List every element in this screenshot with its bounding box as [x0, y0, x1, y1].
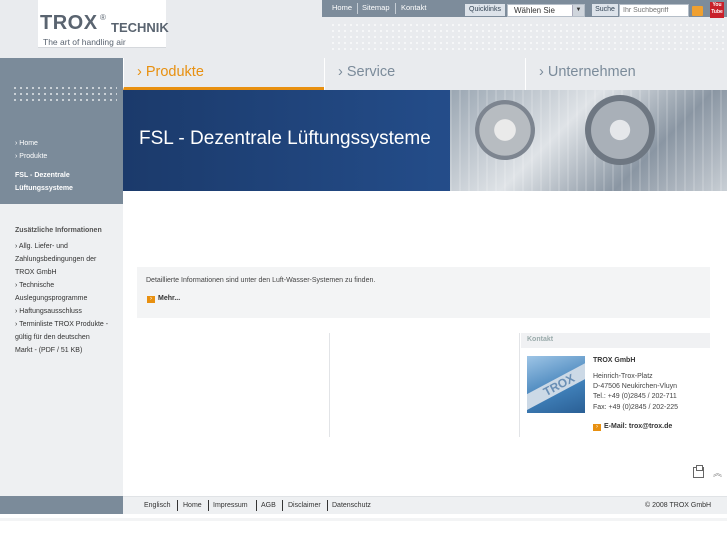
footer-separator [327, 500, 328, 511]
logo-brand-suffix: TECHNIK [111, 20, 169, 35]
content-text: Detaillierte Informationen sind unter de… [146, 277, 376, 284]
sidebar-link-auslegungsprogramme[interactable]: › Technische Auslegungsprogramme [15, 279, 87, 305]
footer-left-block [0, 496, 123, 514]
sidebar-title: Zusätzliche Informationen [15, 227, 102, 234]
footer-link-disclaimer[interactable]: Disclaimer [288, 502, 321, 509]
kontakt-building-image: TROX [527, 356, 585, 413]
breadcrumb-home[interactable]: › Home [15, 140, 38, 147]
footer-separator [256, 500, 257, 511]
banner-fan-image [585, 95, 655, 165]
footer-link-impressum[interactable]: Impressum [213, 502, 248, 509]
footer-separator [282, 500, 283, 511]
scroll-top-icon[interactable]: ︽ [713, 466, 722, 479]
footer-link-datenschutz[interactable]: Datenschutz [332, 502, 371, 509]
page-title: FSL - Dezentrale Lüftungssysteme [139, 128, 431, 149]
column-divider [329, 333, 330, 437]
sidebar-link-haftungsausschluss[interactable]: › Haftungsausschluss [15, 305, 82, 318]
breadcrumb-current-line2[interactable]: Lüftungssysteme [15, 185, 73, 192]
youtube-icon[interactable]: You Tube [710, 2, 724, 18]
kontakt-email-link[interactable]: E-Mail: trox@trox.de [604, 423, 672, 430]
tab-label: › Produkte [137, 64, 204, 80]
trox-logo[interactable]: TROX ® TECHNIK The art of handling air [38, 0, 169, 48]
sidebar-link-line: Markt - (PDF / 51 KB) [15, 347, 83, 354]
sidebar-link-line: Auslegungsprogramme [15, 295, 88, 302]
breadcrumb-produkte[interactable]: › Produkte [15, 153, 47, 160]
tab-label: › Service [338, 64, 396, 80]
kontakt-phone: Tel.: +49 (0)2845 / 202-711 [593, 393, 677, 400]
search-submit-icon[interactable] [692, 6, 703, 16]
top-link-separator [357, 3, 358, 14]
logo-registered: ® [100, 13, 106, 22]
footer-link-agb[interactable]: AGB [261, 502, 276, 509]
top-link-separator [395, 3, 396, 14]
search-input[interactable] [619, 4, 689, 17]
kontakt-title: Kontakt [527, 336, 554, 343]
search-label: Suche [592, 4, 618, 16]
footer-link-englisch[interactable]: Englisch [144, 502, 170, 509]
kontakt-address-city: D-47506 Neukirchen-Vluyn [593, 383, 678, 390]
top-link-kontakt[interactable]: Kontakt [401, 3, 426, 12]
sidebar-link-terminliste[interactable]: › Terminliste TROX Produkte - gültig für… [15, 318, 108, 357]
sidebar-link-line: › Allg. Liefer- und [15, 243, 68, 250]
sidebar-link-lieferbedingungen[interactable]: › Allg. Liefer- und Zahlungsbedingungen … [15, 240, 96, 279]
sidebar-link-line: › Terminliste TROX Produkte - [15, 321, 109, 328]
top-link-home[interactable]: Home [332, 3, 352, 12]
breadcrumb-panel [0, 58, 123, 204]
arrow-right-icon: › [147, 296, 155, 303]
quicklinks-label: Quicklinks [465, 4, 505, 16]
tab-service[interactable]: › Service [324, 58, 525, 90]
kontakt-address-street: Heinrich-Trox-Platz [593, 373, 653, 380]
footer-link-home[interactable]: Home [183, 502, 202, 509]
kontakt-company: TROX GmbH [593, 357, 636, 364]
bottom-divider [0, 518, 727, 521]
sidebar-link-line: › Technische [15, 282, 55, 289]
sidebar-link-line: › Haftungsausschluss [15, 308, 82, 315]
sidebar-dot-pattern [12, 85, 117, 105]
tab-unternehmen[interactable]: › Unternehmen [525, 58, 726, 90]
banner-fan-image [475, 100, 535, 160]
logo-brand: TROX [40, 12, 98, 34]
kontakt-image-text: TROX [527, 360, 585, 410]
more-link[interactable]: Mehr... [158, 295, 180, 302]
footer-copyright: © 2008 TROX GmbH [645, 502, 712, 509]
tab-produkte[interactable]: › Produkte [123, 58, 324, 90]
footer-separator [177, 500, 178, 511]
column-divider [519, 333, 520, 437]
arrow-right-icon: › [593, 424, 601, 431]
sidebar-link-line: TROX GmbH [15, 269, 57, 276]
logo-tagline: The art of handling air [43, 37, 126, 47]
breadcrumb-current-line1[interactable]: FSL - Dezentrale [15, 172, 70, 179]
footer-separator [208, 500, 209, 511]
print-icon[interactable] [693, 465, 704, 478]
content-box [137, 267, 710, 318]
sidebar-link-line: gültig für den deutschen [15, 334, 90, 341]
header-dot-pattern [330, 22, 725, 54]
chevron-down-icon[interactable]: ▼ [572, 5, 584, 16]
kontakt-fax: Fax: +49 (0)2845 / 202-225 [593, 404, 679, 411]
top-link-sitemap[interactable]: Sitemap [362, 3, 390, 12]
tab-label: › Unternehmen [539, 64, 636, 80]
sidebar-link-line: Zahlungsbedingungen der [15, 256, 97, 263]
